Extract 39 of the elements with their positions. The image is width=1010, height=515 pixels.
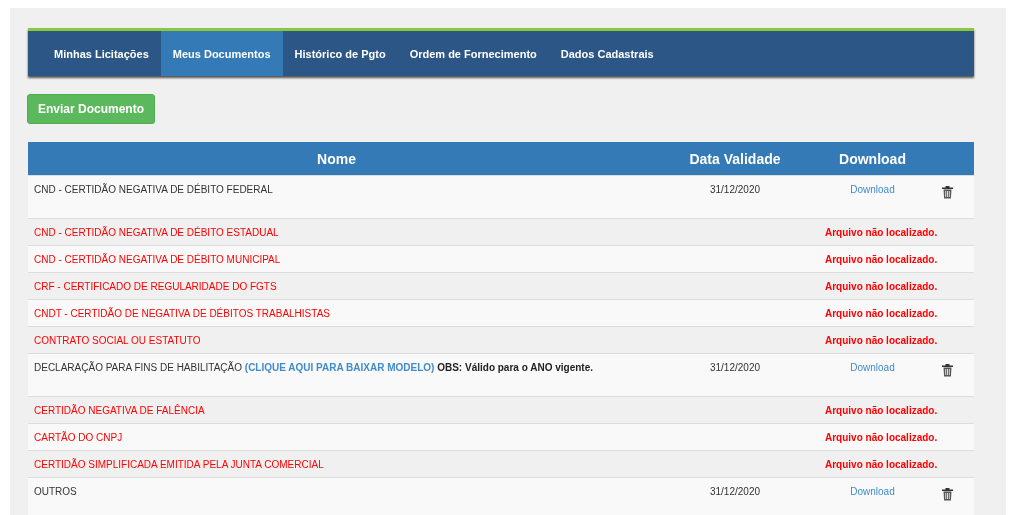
validity-note: OBS: Válido para o ANO vigente.	[437, 362, 593, 373]
column-header: Data Validade	[645, 142, 825, 176]
document-name: CERTIDÃO NEGATIVA DE FALÊNCIA	[28, 396, 645, 424]
missing-file-status: Arquivo não localizado.	[825, 299, 974, 327]
expiry-date: 31/12/2020	[645, 175, 825, 219]
document-name: CRF - CERTIFICADO DE REGULARIDADE DO FGTS	[28, 272, 645, 300]
column-header: Download	[825, 142, 920, 176]
column-header: Nome	[28, 142, 645, 176]
missing-file-status: Arquivo não localizado.	[825, 326, 974, 354]
send-document-button[interactable]: Enviar Documento	[27, 94, 156, 124]
nav-tab[interactable]: Histórico de Pgto	[282, 31, 398, 76]
expiry-date: 31/12/2020	[645, 477, 825, 515]
document-name: DECLARAÇÃO PARA FINS DE HABILITAÇÃO	[34, 362, 242, 373]
document-name: CERTIDÃO SIMPLIFICADA EMITIDA PELA JUNTA COMERCIAL	[28, 450, 645, 478]
missing-file-status: Arquivo não localizado.	[825, 396, 974, 424]
missing-file-status: Arquivo não localizado.	[825, 450, 974, 478]
missing-file-status: Arquivo não localizado.	[825, 245, 974, 273]
download-link[interactable]: Download	[850, 184, 895, 195]
nav-tab[interactable]: Dados Cadastrais	[548, 31, 666, 76]
missing-file-status: Arquivo não localizado.	[825, 272, 974, 300]
document-name: CONTRATO SOCIAL OU ESTATUTO	[28, 326, 645, 354]
missing-file-status: Arquivo não localizado.	[825, 218, 974, 246]
document-name: CND - CERTIDÃO NEGATIVA DE DÉBITO ESTADUAL	[28, 218, 645, 246]
expiry-date: 31/12/2020	[645, 353, 825, 397]
download-link[interactable]: Download	[850, 486, 895, 497]
nav-tab[interactable]: Minhas Licitações	[42, 31, 161, 76]
trash-icon[interactable]	[941, 488, 953, 501]
document-name: OUTROS	[34, 486, 77, 497]
template-link[interactable]: (CLIQUE AQUI PARA BAIXAR MODELO)	[244, 362, 435, 373]
nav-tab[interactable]: Ordem de Fornecimento	[397, 31, 549, 76]
document-name: CND - CERTIDÃO NEGATIVA DE DÉBITO FEDERAL	[34, 184, 273, 195]
trash-icon[interactable]	[941, 364, 953, 377]
document-name: CND - CERTIDÃO NEGATIVA DE DÉBITO MUNICIPAL	[28, 245, 645, 273]
download-link[interactable]: Download	[850, 362, 895, 373]
document-name: CNDT - CERTIDÃO DE NEGATIVA DE DÉBITOS TRABALHISTAS	[28, 299, 645, 327]
trash-icon[interactable]	[941, 186, 953, 199]
nav-tab[interactable]: Meus Documentos	[160, 31, 283, 76]
document-name: CARTÃO DO CNPJ	[28, 423, 645, 451]
missing-file-status: Arquivo não localizado.	[825, 423, 974, 451]
